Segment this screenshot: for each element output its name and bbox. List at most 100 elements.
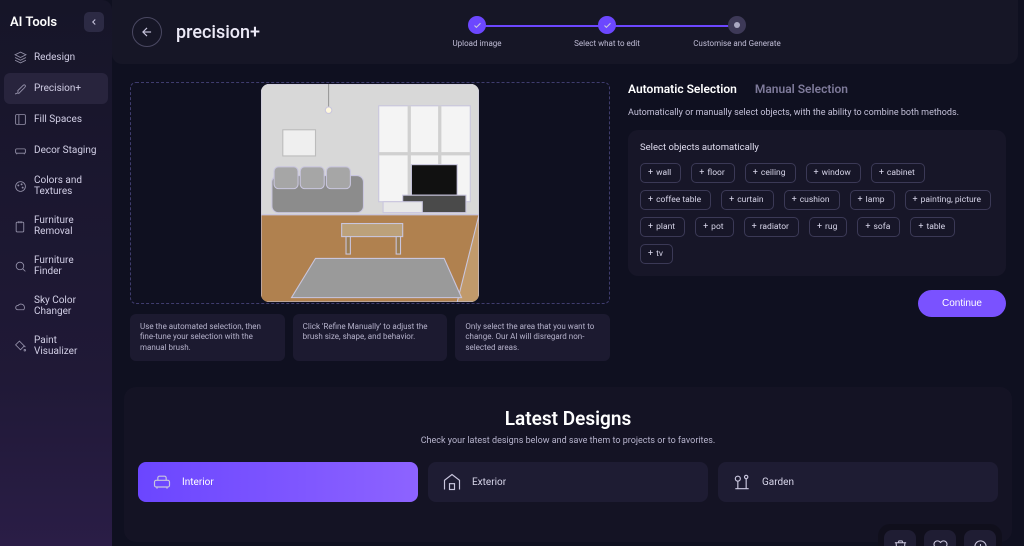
step-dot-2 — [598, 16, 616, 34]
page-title: precision+ — [176, 22, 260, 43]
sidebar-item-furniture-removal[interactable]: Furniture Removal — [4, 206, 108, 246]
plus-icon: + — [913, 195, 918, 205]
object-chip-table[interactable]: +table — [910, 217, 955, 237]
object-chip-plant[interactable]: +plant — [640, 217, 685, 237]
sidebar-item-paint-visualizer[interactable]: Paint Visualizer — [4, 326, 108, 366]
object-chip-floor[interactable]: +floor — [691, 163, 735, 183]
category-interior[interactable]: Interior — [138, 462, 418, 502]
plus-icon: + — [729, 195, 734, 205]
chip-label: wall — [656, 168, 671, 178]
tip-card-1: Use the automated selection, then fine-t… — [130, 314, 285, 361]
sidebar-item-label: Paint Visualizer — [34, 335, 98, 357]
palette-icon — [14, 180, 27, 193]
back-button[interactable] — [132, 17, 162, 47]
plus-icon: + — [792, 195, 797, 205]
sidebar-item-fill-spaces[interactable]: Fill Spaces — [4, 104, 108, 135]
sidebar-item-label: Redesign — [34, 52, 75, 63]
chip-label: floor — [707, 168, 724, 178]
progress-stepper: Upload image Select what to edit Customise… — [412, 16, 802, 48]
sidebar-item-sky-color-changer[interactable]: Sky Color Changer — [4, 286, 108, 326]
chip-label: pot — [711, 222, 723, 232]
object-chip-ceiling[interactable]: +ceiling — [745, 163, 796, 183]
cloud-icon — [14, 300, 27, 313]
category-label: Interior — [182, 477, 214, 488]
step-label: Customise and Generate — [693, 39, 781, 48]
plus-icon: + — [752, 222, 757, 232]
chip-label: painting, picture — [921, 195, 981, 205]
sidebar-item-label: Furniture Removal — [34, 215, 98, 237]
chip-label: curtain — [737, 195, 763, 205]
object-chip-rug[interactable]: +rug — [809, 217, 847, 237]
favorite-button[interactable] — [924, 530, 956, 546]
add-button[interactable] — [964, 530, 996, 546]
step-dot-3 — [728, 16, 746, 34]
selection-subhead: Automatically or manually select objects… — [628, 108, 1006, 118]
expand-icon — [14, 113, 27, 126]
chip-label: rug — [825, 222, 837, 232]
action-bar — [878, 524, 1002, 546]
exterior-icon — [442, 472, 462, 492]
object-chip-window[interactable]: +window — [806, 163, 861, 183]
plus-icon: + — [648, 195, 653, 205]
category-exterior[interactable]: Exterior — [428, 462, 708, 502]
tip-card-3: Only select the area that you want to ch… — [455, 314, 610, 361]
object-chip-painting-picture[interactable]: +painting, picture — [905, 190, 991, 210]
chip-label: coffee table — [656, 195, 701, 205]
plus-icon: + — [703, 222, 708, 232]
object-chip-radiator[interactable]: +radiator — [744, 217, 799, 237]
sidebar-item-colors-and-textures[interactable]: Colors and Textures — [4, 166, 108, 206]
tab-manual-selection[interactable]: Manual Selection — [755, 82, 848, 96]
object-chip-cushion[interactable]: +cushion — [784, 190, 840, 210]
object-chip-wall[interactable]: +wall — [640, 163, 681, 183]
category-label: Exterior — [472, 477, 506, 488]
chip-label: plant — [656, 222, 675, 232]
step-label: Select what to edit — [574, 39, 640, 48]
bucket-icon — [14, 340, 27, 353]
plus-icon: + — [753, 168, 758, 178]
auto-select-box: Select objects automatically +wall+floor… — [628, 130, 1006, 276]
sidebar-collapse-button[interactable] — [84, 12, 104, 32]
continue-button[interactable]: Continue — [918, 290, 1006, 317]
sidebar-item-label: Sky Color Changer — [34, 295, 98, 317]
chip-label: window — [822, 168, 851, 178]
plus-icon: + — [648, 249, 653, 259]
layers-icon — [14, 51, 27, 64]
object-chip-coffee-table[interactable]: +coffee table — [640, 190, 711, 210]
sidebar-item-label: Decor Staging — [34, 145, 97, 156]
latest-designs-title: Latest Designs — [138, 407, 998, 430]
room-preview-image — [261, 84, 479, 302]
object-chip-sofa[interactable]: +sofa — [857, 217, 900, 237]
step-label: Upload image — [452, 39, 501, 48]
plus-icon: + — [699, 168, 704, 178]
object-chip-lamp[interactable]: +lamp — [850, 190, 895, 210]
sidebar-item-label: Colors and Textures — [34, 175, 98, 197]
category-label: Garden — [762, 477, 794, 488]
object-chip-cabinet[interactable]: +cabinet — [871, 163, 925, 183]
chip-label: ceiling — [761, 168, 786, 178]
chip-label: sofa — [874, 222, 891, 232]
sidebar-item-decor-staging[interactable]: Decor Staging — [4, 135, 108, 166]
object-chip-pot[interactable]: +pot — [695, 217, 734, 237]
plus-icon: + — [648, 222, 653, 232]
plus-icon: + — [918, 222, 923, 232]
sidebar-item-precision-[interactable]: Precision+ — [4, 73, 108, 104]
latest-designs: Latest Designs Check your latest designs… — [124, 387, 1012, 542]
object-chip-tv[interactable]: +tv — [640, 244, 673, 264]
search-icon — [14, 260, 27, 273]
delete-button[interactable] — [884, 530, 916, 546]
tab-automatic-selection[interactable]: Automatic Selection — [628, 82, 737, 96]
sidebar-item-label: Precision+ — [34, 83, 81, 94]
sidebar-item-furniture-finder[interactable]: Furniture Finder — [4, 246, 108, 286]
chip-label: cabinet — [887, 168, 915, 178]
auto-select-title: Select objects automatically — [640, 142, 994, 153]
plus-icon: + — [648, 168, 653, 178]
latest-designs-sub: Check your latest designs below and save… — [138, 436, 998, 446]
sidebar-title: AI Tools — [10, 15, 57, 30]
sidebar-item-redesign[interactable]: Redesign — [4, 42, 108, 73]
plus-icon: + — [817, 222, 822, 232]
plus-icon: + — [879, 168, 884, 178]
object-chip-curtain[interactable]: +curtain — [721, 190, 774, 210]
category-garden[interactable]: Garden — [718, 462, 998, 502]
chip-label: cushion — [800, 195, 830, 205]
main: precision+ Upload image Select what to ed… — [112, 0, 1024, 546]
